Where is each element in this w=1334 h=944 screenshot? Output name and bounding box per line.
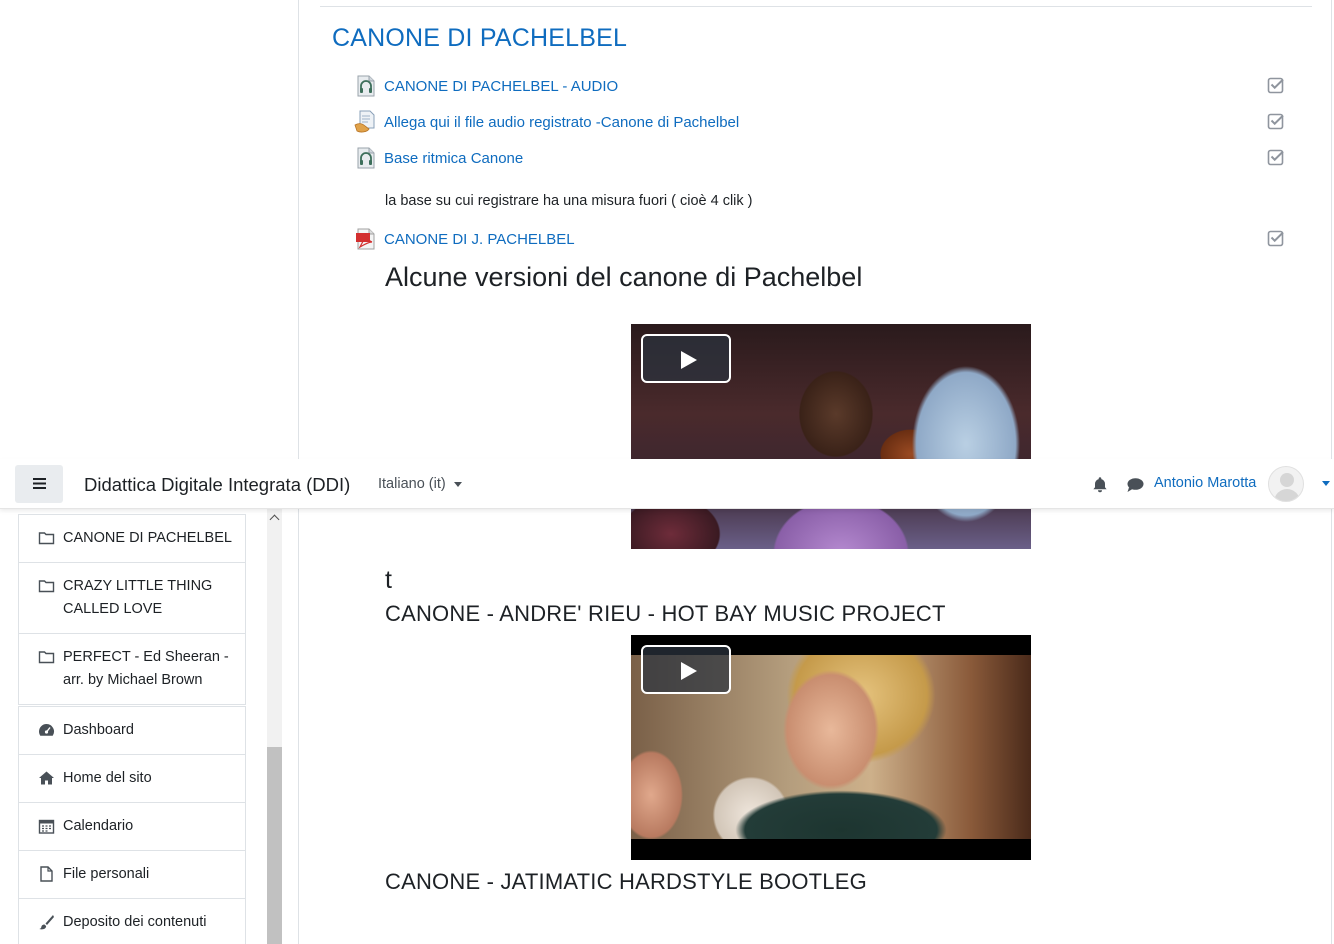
language-menu[interactable]: Italiano (it): [378, 476, 462, 492]
drawer-section-item[interactable]: CRAZY LITTLE THING CALLED LOVE: [19, 562, 245, 633]
top-navbar: Didattica Digitale Integrata (DDI) Itali…: [0, 459, 1334, 509]
calendar-icon: [38, 819, 55, 834]
folder-icon: [38, 651, 55, 664]
home-icon: [39, 771, 54, 785]
drawer-item-label: Home del sito: [63, 770, 152, 786]
drawer-toggle-button[interactable]: [15, 465, 63, 503]
play-icon[interactable]: [641, 645, 731, 694]
drawer-section-item[interactable]: PERFECT - Ed Sheeran - arr. by Michael B…: [19, 633, 245, 704]
completion-checkbox-icon[interactable]: [1267, 76, 1285, 94]
avatar[interactable]: [1268, 466, 1304, 502]
drawer-section-label: PERFECT - Ed Sheeran - arr. by Michael B…: [63, 649, 229, 688]
activity-link[interactable]: Allega qui il file audio registrato -Can…: [384, 114, 739, 131]
activity-pdf[interactable]: CANONE DI J. PACHELBEL: [354, 227, 1294, 255]
activity-link[interactable]: CANONE DI PACHELBEL - AUDIO: [384, 78, 618, 95]
activity-description: la base su cui registrare ha una misura …: [385, 193, 753, 209]
scrollbar-thumb[interactable]: [267, 747, 282, 944]
activity-audio[interactable]: Base ritmica Canone: [354, 146, 1294, 174]
assignment-icon: [354, 110, 375, 133]
drawer-item-label: Dashboard: [63, 722, 134, 738]
completion-checkbox-icon[interactable]: [1267, 148, 1285, 166]
scroll-up-icon[interactable]: [269, 514, 280, 525]
site-nav-list: Dashboard Home del sito Calendario File …: [18, 706, 246, 944]
drawer-item-label: Calendario: [63, 818, 134, 834]
video-player-1[interactable]: [631, 324, 1031, 549]
activity-link[interactable]: CANONE DI J. PACHELBEL: [384, 231, 575, 248]
drawer-item-dashboard[interactable]: Dashboard: [19, 707, 245, 754]
audio-file-icon: [357, 147, 375, 169]
video-3-heading: CANONE - JATIMATIC HARDSTYLE BOOTLEG: [385, 869, 867, 894]
section-divider: [320, 6, 1312, 7]
video-player-2[interactable]: [631, 635, 1031, 860]
stray-text: t: [385, 566, 392, 594]
chevron-down-icon: [453, 481, 462, 487]
audio-file-icon: [357, 75, 375, 97]
drawer-section-label: CRAZY LITTLE THING CALLED LOVE: [63, 578, 213, 617]
drawer-item-label: Deposito dei contenuti: [63, 914, 207, 930]
drawer-scrollbar[interactable]: [267, 509, 282, 944]
hamburger-icon: [33, 478, 46, 489]
video-2-heading: CANONE - ANDRE' RIEU - HOT BAY MUSIC PRO…: [385, 601, 946, 626]
folder-icon: [38, 580, 55, 593]
activity-audio[interactable]: CANONE DI PACHELBEL - AUDIO: [354, 74, 1294, 102]
language-label: Italiano (it): [378, 476, 446, 492]
site-name[interactable]: Didattica Digitale Integrata (DDI): [84, 474, 350, 496]
message-icon[interactable]: [1126, 477, 1144, 493]
brush-icon: [39, 915, 54, 930]
drawer-item-label: File personali: [63, 866, 150, 882]
versions-heading: Alcune versioni del canone di Pachelbel: [385, 262, 863, 292]
drawer-item-content-bank[interactable]: Deposito dei contenuti: [19, 898, 245, 944]
activity-assignment[interactable]: Allega qui il file audio registrato -Can…: [354, 110, 1294, 138]
drawer-section-item[interactable]: CANONE DI PACHELBEL: [19, 515, 245, 562]
drawer-item-home[interactable]: Home del sito: [19, 754, 245, 802]
nav-drawer: CANONE DI PACHELBEL CRAZY LITTLE THING C…: [0, 509, 298, 944]
pdf-file-icon: [356, 228, 375, 250]
drawer-item-calendar[interactable]: Calendario: [19, 802, 245, 850]
file-icon: [40, 866, 53, 882]
user-menu-name[interactable]: Antonio Marotta: [1154, 475, 1256, 491]
course-sections-list: CANONE DI PACHELBEL CRAZY LITTLE THING C…: [18, 514, 246, 705]
activity-link[interactable]: Base ritmica Canone: [384, 150, 523, 167]
play-icon[interactable]: [641, 334, 731, 383]
section-title[interactable]: CANONE DI PACHELBEL: [332, 24, 627, 53]
drawer-item-files[interactable]: File personali: [19, 850, 245, 898]
chevron-down-icon[interactable]: [1322, 481, 1330, 486]
dashboard-icon: [39, 724, 54, 736]
completion-checkbox-icon[interactable]: [1267, 112, 1285, 130]
bell-icon[interactable]: [1092, 476, 1108, 493]
folder-icon: [38, 532, 55, 545]
drawer-section-label: CANONE DI PACHELBEL: [63, 530, 232, 546]
completion-checkbox-icon[interactable]: [1267, 229, 1285, 247]
